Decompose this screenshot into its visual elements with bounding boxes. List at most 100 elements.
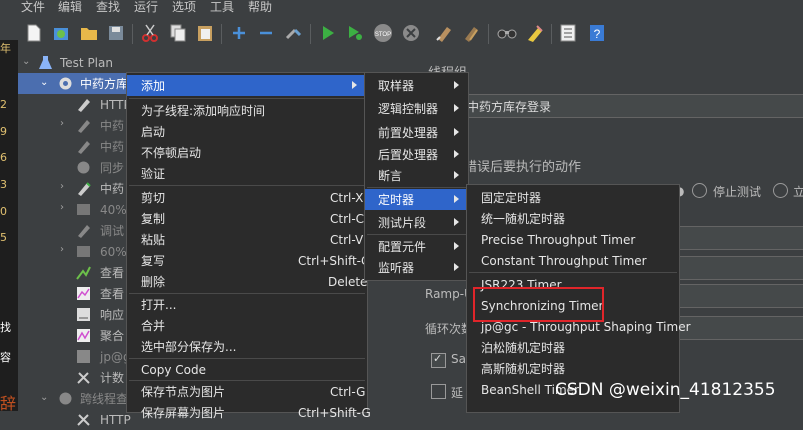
name-field[interactable]: 中药方库存登录 bbox=[464, 94, 803, 118]
chevron-right-icon[interactable]: › bbox=[60, 202, 64, 213]
menu-item-copy-code[interactable]: Copy Code bbox=[127, 359, 367, 380]
chevron-right-icon[interactable]: › bbox=[60, 181, 64, 192]
shortcut-label: Ctrl-X bbox=[330, 190, 364, 205]
menu-help[interactable]: 帮助 bbox=[248, 0, 272, 15]
menu-item-cut[interactable]: 剪切 Ctrl-X bbox=[127, 187, 367, 208]
menu-item-validate[interactable]: 验证 bbox=[127, 163, 367, 184]
name-field-value: 中药方库存登录 bbox=[467, 100, 552, 114]
copy-icon[interactable] bbox=[168, 23, 188, 43]
shortcut-label: Ctrl-G bbox=[330, 384, 366, 399]
menu-item-paste[interactable]: 粘贴 Ctrl-V bbox=[127, 229, 367, 250]
menu-item-label: 高斯随机定时器 bbox=[481, 362, 566, 376]
toggle-icon[interactable] bbox=[284, 23, 304, 43]
menu-item-label: 逻辑控制器 bbox=[378, 102, 439, 116]
new-icon[interactable] bbox=[24, 23, 44, 43]
same-user-checkbox[interactable]: ✓ bbox=[431, 352, 446, 368]
chevron-right-icon bbox=[454, 81, 459, 89]
submenu-item-sampler[interactable]: 取样器 bbox=[365, 75, 468, 96]
menu-options[interactable]: 选项 bbox=[172, 0, 196, 15]
tree-item-label: 查看 bbox=[100, 287, 125, 301]
shortcut-label: Delete bbox=[328, 274, 368, 289]
function-helper-icon[interactable] bbox=[558, 23, 578, 43]
clear-all-icon[interactable] bbox=[461, 23, 481, 43]
menu-item-start-no-pause[interactable]: 不停顿启动 bbox=[127, 142, 367, 163]
clear-icon[interactable] bbox=[434, 23, 454, 43]
strip-char: 6 bbox=[0, 151, 7, 164]
menu-item-duplicate[interactable]: 复写 Ctrl+Shift-C bbox=[127, 250, 369, 271]
menu-item-delete[interactable]: 删除 Delete bbox=[127, 271, 367, 292]
strip-char: 9 bbox=[0, 125, 7, 138]
menu-item-save-screen-image[interactable]: 保存屏幕为图片 Ctrl+Shift-G bbox=[127, 402, 371, 423]
timer-item[interactable]: 泊松随机定时器 bbox=[467, 337, 679, 358]
chevron-down-icon[interactable]: ⌄ bbox=[40, 392, 48, 403]
submenu-item-assertion[interactable]: 断言 bbox=[365, 165, 468, 186]
save-icon[interactable] bbox=[106, 23, 126, 43]
open-icon[interactable] bbox=[79, 23, 99, 43]
chart-icon bbox=[77, 350, 90, 363]
menu-item-start[interactable]: 启动 bbox=[127, 121, 367, 142]
submenu-item-postprocessor[interactable]: 后置处理器 bbox=[365, 144, 468, 165]
menu-item-add-response-time[interactable]: 为子线程:添加响应时间 bbox=[127, 100, 367, 121]
search-icon[interactable] bbox=[497, 23, 517, 43]
pencil-icon bbox=[78, 141, 90, 154]
timer-item[interactable]: 高斯随机定时器 bbox=[467, 358, 679, 379]
background-window-strip: 年 2 9 6 3 0 5 找 容 辞 bbox=[0, 40, 18, 413]
menu-item-add[interactable]: 添加 bbox=[127, 75, 367, 96]
templates-icon[interactable] bbox=[51, 23, 71, 43]
toolbar: STOP ? bbox=[0, 14, 803, 52]
stop-test-label: 停止测试 bbox=[713, 185, 762, 199]
menu-run[interactable]: 运行 bbox=[134, 0, 158, 15]
menu-item-open[interactable]: 打开... bbox=[127, 294, 367, 315]
radio-stop-test[interactable] bbox=[692, 183, 707, 198]
tree-item-label: 中药 bbox=[100, 119, 125, 133]
reset-search-icon[interactable] bbox=[525, 23, 545, 43]
chevron-right-icon[interactable]: › bbox=[60, 118, 64, 129]
gear-icon bbox=[59, 392, 72, 405]
submenu-item-logic-controller[interactable]: 逻辑控制器 bbox=[365, 98, 468, 119]
submenu-item-listener[interactable]: 监听器 bbox=[365, 257, 468, 278]
menu-item-label: 剪切 bbox=[141, 191, 166, 205]
menu-item-merge[interactable]: 合并 bbox=[127, 315, 367, 336]
start-no-pause-icon[interactable] bbox=[345, 23, 365, 43]
paste-icon[interactable] bbox=[195, 23, 215, 43]
timer-item[interactable]: 统一随机定时器 bbox=[467, 208, 679, 229]
chevron-down-icon[interactable]: ⌄ bbox=[22, 56, 30, 67]
help-icon[interactable]: ? bbox=[587, 23, 607, 43]
tree-item-label: 60% bbox=[100, 244, 127, 259]
submenu-item-config-element[interactable]: 配置元件 bbox=[365, 236, 468, 257]
menu-item-label: 删除 bbox=[141, 275, 166, 289]
start-icon[interactable] bbox=[318, 23, 338, 43]
menu-tools[interactable]: 工具 bbox=[210, 0, 234, 15]
expand-icon[interactable] bbox=[229, 23, 249, 43]
tree-item-label: 调试 bbox=[100, 224, 125, 238]
menu-item-save-node-image[interactable]: 保存节点为图片 Ctrl-G bbox=[127, 381, 367, 402]
timer-item[interactable]: 固定定时器 bbox=[467, 187, 679, 208]
delay-checkbox[interactable] bbox=[431, 384, 446, 399]
menu-file[interactable]: 文件 bbox=[21, 0, 45, 15]
menu-edit[interactable]: 编辑 bbox=[58, 0, 82, 15]
stop-icon[interactable]: STOP bbox=[373, 23, 393, 43]
chevron-right-icon bbox=[454, 218, 459, 226]
submenu-item-preprocessor[interactable]: 前置处理器 bbox=[365, 122, 468, 143]
menu-item-label: Precise Throughput Timer bbox=[481, 232, 636, 247]
radio-stop-now[interactable] bbox=[773, 183, 788, 198]
menu-search[interactable]: 查找 bbox=[96, 0, 120, 15]
collapse-icon[interactable] bbox=[256, 23, 276, 43]
timer-item[interactable]: Precise Throughput Timer bbox=[467, 229, 679, 250]
timer-item[interactable]: Constant Throughput Timer bbox=[467, 250, 679, 271]
chart-icon bbox=[77, 308, 90, 321]
menu-item-copy[interactable]: 复制 Ctrl-C bbox=[127, 208, 367, 229]
menu-item-save-selection[interactable]: 选中部分保存为... bbox=[127, 336, 367, 357]
cut-icon[interactable] bbox=[140, 23, 160, 43]
stop-now-label: 立 bbox=[793, 185, 803, 199]
chevron-right-icon[interactable]: › bbox=[60, 244, 64, 255]
chart-icon bbox=[77, 329, 90, 342]
chevron-down-icon[interactable]: ⌄ bbox=[40, 77, 48, 88]
submenu-item-test-fragment[interactable]: 测试片段 bbox=[365, 212, 468, 233]
chevron-right-icon bbox=[352, 81, 357, 89]
shutdown-icon[interactable] bbox=[401, 23, 421, 43]
tree-item-label: Test Plan bbox=[60, 55, 113, 70]
tree-item-test-plan[interactable]: ⌄ Test Plan bbox=[18, 52, 364, 73]
submenu-item-timer[interactable]: 定时器 bbox=[365, 189, 468, 210]
shortcut-label: Ctrl-V bbox=[330, 232, 364, 247]
